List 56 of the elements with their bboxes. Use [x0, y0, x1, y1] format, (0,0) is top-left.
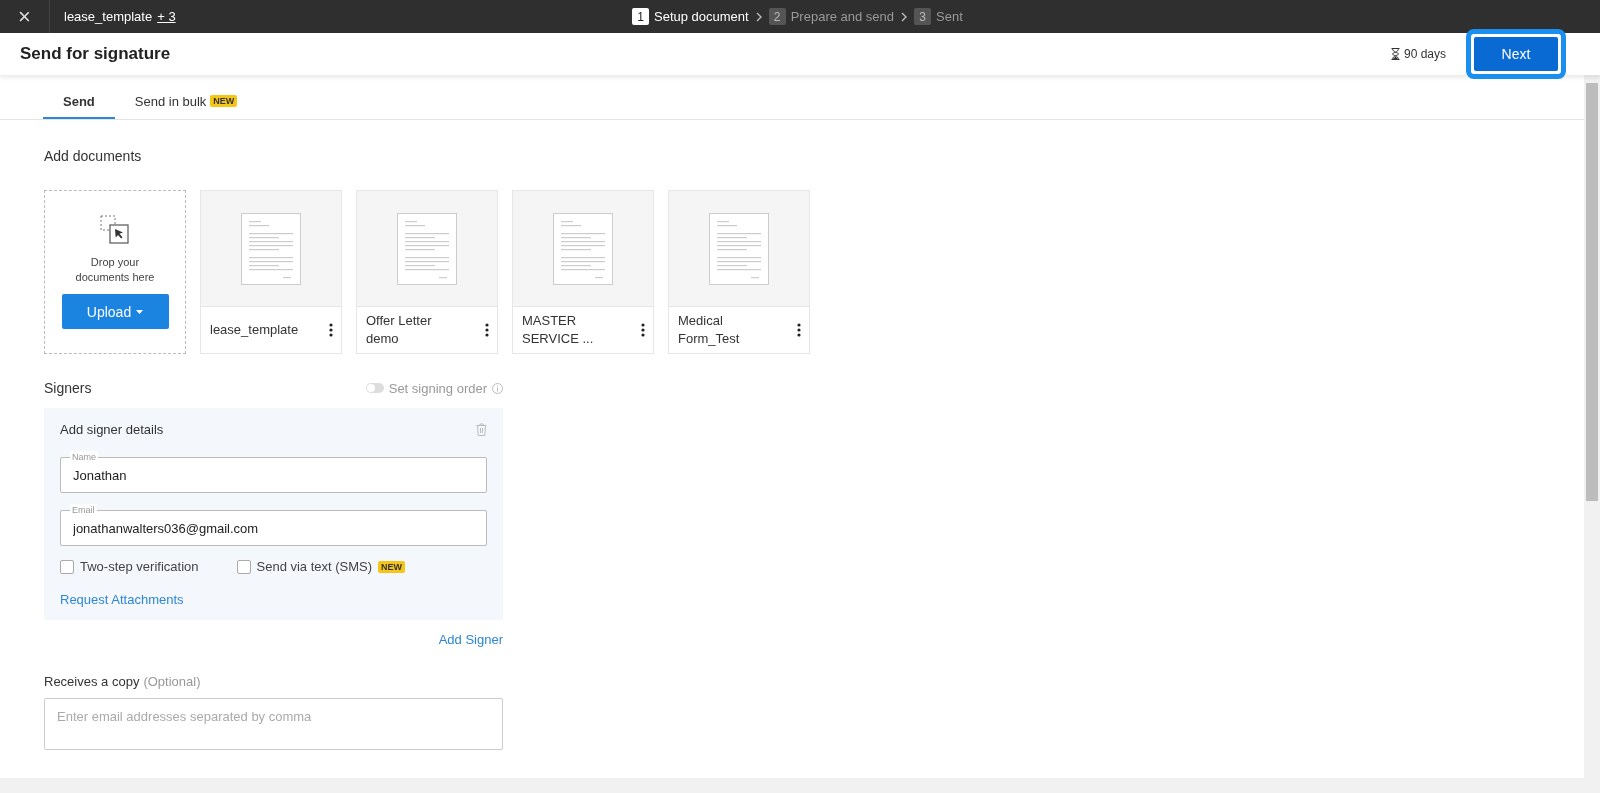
field-label: Name — [70, 451, 98, 463]
document-preview-icon — [709, 212, 769, 285]
signing-order-label: Set signing order — [388, 380, 487, 396]
chevron-icon — [900, 11, 909, 22]
checkbox[interactable] — [236, 559, 251, 574]
signing-order-toggle[interactable] — [365, 383, 384, 393]
document-preview-icon — [397, 212, 457, 285]
new-badge: NEW — [210, 95, 238, 107]
optional-hint: (Optional) — [143, 674, 201, 689]
document-card[interactable]: Offer Letter demo — [356, 190, 498, 354]
checkbox[interactable] — [60, 559, 74, 574]
document-card[interactable]: Medical Form_Test — [668, 190, 810, 354]
close-button[interactable]: × — [0, 0, 50, 33]
tab[interactable]: Send in bulk NEW — [114, 85, 258, 119]
document-name: MASTER SERVICE ... — [522, 312, 595, 348]
drop-zone[interactable]: Drop your documents here Upload — [44, 190, 186, 354]
info-icon — [492, 382, 503, 394]
request-attachments-link[interactable]: Request Attachments — [60, 592, 184, 607]
drag-drop-icon — [100, 215, 130, 245]
file-name: lease_template — [64, 9, 153, 24]
tab[interactable]: Send — [43, 85, 115, 119]
checkbox-label: Two-step verification — [80, 559, 199, 574]
section-heading: Signers — [44, 380, 92, 396]
drop-text: Drop your documents here — [74, 255, 156, 285]
upload-button[interactable]: Upload — [61, 294, 169, 329]
step: 2 Prepare and send — [768, 8, 895, 25]
checkbox-label: Send via text (SMS) — [256, 559, 373, 574]
document-name: Offer Letter demo — [366, 312, 433, 348]
extra-files-link[interactable]: + 3 — [157, 9, 176, 24]
add-signer-link[interactable]: Add Signer — [438, 632, 503, 647]
step: 3 Sent — [914, 8, 963, 25]
more-options-button[interactable] — [795, 321, 803, 339]
next-button[interactable]: Next — [1474, 37, 1558, 71]
vertical-scrollbar[interactable] — [1584, 75, 1600, 778]
step: 1 Setup document — [632, 8, 749, 25]
more-options-button[interactable] — [327, 321, 335, 339]
section-heading: Add documents — [44, 148, 143, 164]
document-card[interactable]: lease_template — [200, 190, 342, 354]
document-card[interactable]: MASTER SERVICE ... — [512, 190, 654, 354]
document-preview-icon — [241, 212, 301, 285]
field-label: Email — [70, 504, 97, 516]
email-input-field[interactable]: Enter email addresses separated by comma — [44, 698, 503, 750]
more-options-button[interactable] — [639, 321, 647, 339]
caret-icon — [136, 309, 144, 314]
section-heading: Receives a copy — [44, 674, 140, 689]
document-name: lease_template — [210, 321, 300, 339]
document-preview-icon — [553, 212, 613, 285]
chevron-icon — [754, 11, 763, 22]
more-options-button[interactable] — [483, 321, 491, 339]
expiry-text: 90 days — [1403, 47, 1446, 61]
new-badge: NEW — [378, 560, 406, 573]
card-title: Add signer details — [60, 422, 164, 437]
page-title: Send for signature — [20, 44, 172, 64]
hourglass-icon — [1390, 48, 1400, 60]
document-name: Medical Form_Test — [678, 312, 741, 348]
trash-icon[interactable] — [476, 423, 487, 436]
